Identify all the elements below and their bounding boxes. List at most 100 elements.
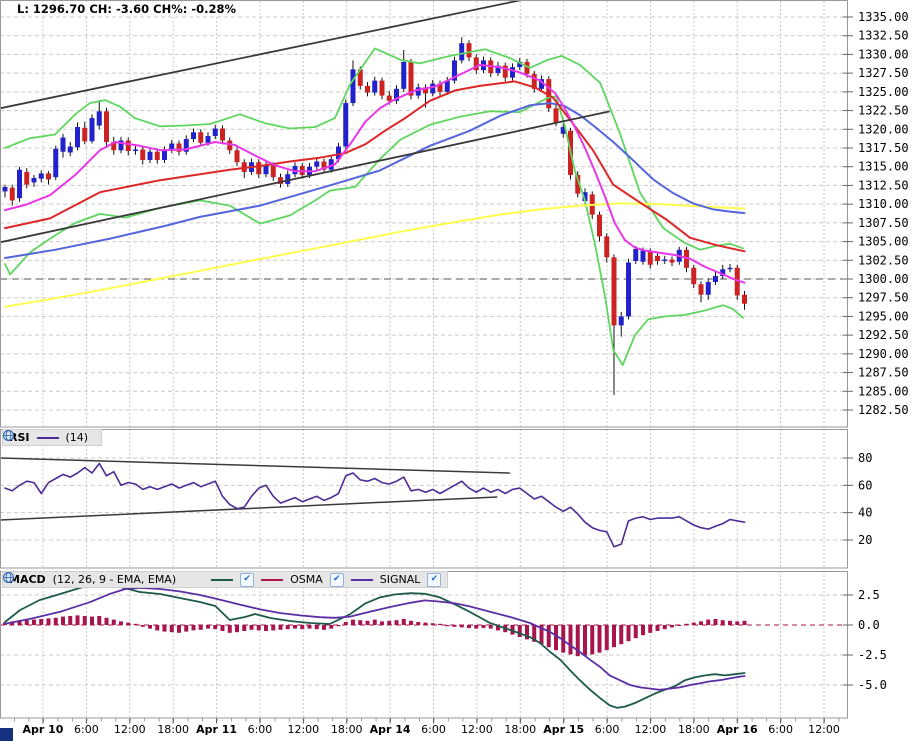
signal-checkbox[interactable]: ✔	[427, 572, 442, 587]
time-tick-label: 18:00	[504, 723, 536, 736]
candle-body	[270, 165, 276, 178]
osma-bar	[597, 625, 602, 653]
price-tick-label: 1330.00	[858, 47, 909, 61]
osma-bar	[604, 625, 609, 651]
osma-bar	[488, 625, 493, 629]
osma-bar	[662, 625, 667, 630]
osma-bar	[97, 616, 102, 625]
osma-bar	[191, 625, 196, 631]
osma-bar	[162, 625, 167, 632]
signal-line	[4, 586, 746, 691]
osma-bar	[155, 625, 160, 631]
candle-body	[205, 136, 211, 143]
candle-body	[75, 127, 80, 148]
osma-bar	[322, 625, 326, 630]
price-tick-label: 1285.00	[858, 384, 909, 398]
price-tick-label: 1312.50	[858, 178, 909, 192]
time-tick-label: Apr 15	[543, 723, 584, 736]
price-tick-label: 1325.00	[858, 85, 909, 99]
rsi-panel	[0, 457, 746, 548]
osma-bar	[111, 619, 116, 625]
macd-tick-label: 0.0	[858, 618, 880, 632]
osma-bar	[235, 625, 239, 633]
main-grid	[0, 1, 848, 427]
time-tick-label: 18:00	[157, 723, 189, 736]
time-tick-label: 6:00	[74, 723, 99, 736]
osma-bar	[365, 620, 370, 625]
time-axis[interactable]: Apr 10 6:00 12:00 18:00 Apr 11 6:00 12:00 18:00…	[14, 718, 840, 737]
candle-body	[104, 111, 109, 143]
osma-bar	[75, 615, 80, 625]
signal-label: SIGNAL	[379, 573, 421, 586]
osma-bar	[271, 625, 276, 631]
rsi-param: (14)	[65, 431, 89, 444]
candle-body	[553, 108, 559, 123]
candle-body	[669, 259, 675, 263]
candle-body	[198, 132, 204, 143]
candle-body	[343, 103, 349, 147]
osma-bar	[583, 625, 587, 656]
osma-bar	[82, 616, 87, 625]
candle-body	[220, 128, 225, 141]
osma-bar	[90, 616, 94, 625]
osma-bar	[169, 625, 174, 633]
candle-body	[234, 150, 240, 163]
candle-body	[133, 149, 138, 151]
osma-bar	[713, 619, 718, 625]
candle-body	[24, 171, 30, 185]
osma-bar	[517, 625, 522, 637]
osma-bar	[641, 625, 645, 636]
candle-body	[618, 316, 624, 326]
osma-bar	[590, 625, 595, 655]
osma-bar	[481, 625, 486, 628]
osma-bar	[626, 625, 631, 642]
osma-bar	[61, 616, 65, 625]
price-tick-label: 1282.50	[858, 403, 909, 417]
candle-body	[372, 80, 378, 93]
price-tick-label: 1332.50	[858, 29, 909, 43]
bollinger-lower-line	[4, 95, 744, 367]
last-price-readout: L: 1296.70 CH: -3.60 CH%: -0.28%	[14, 2, 239, 16]
osma-bar	[32, 619, 36, 625]
rsi-grid	[0, 429, 848, 568]
price-tick-label: 1322.50	[858, 104, 909, 118]
candle-body	[31, 177, 37, 183]
osma-bar	[264, 625, 268, 631]
time-tick-label: 6:00	[421, 723, 446, 736]
macd-title: MACD	[9, 573, 46, 586]
osma-checkbox[interactable]: ✔	[329, 572, 344, 587]
macd-param: (12, 26, 9 - EMA, EMA)	[52, 573, 177, 586]
candle-body	[459, 43, 465, 61]
price-tick-label: 1300.00	[858, 272, 909, 286]
macd-line-checkbox[interactable]: ✔	[240, 572, 255, 587]
candle-body	[140, 149, 146, 160]
price-tick-label: 1317.50	[858, 141, 909, 155]
price-tick-label: 1290.00	[858, 347, 909, 361]
osma-bar	[742, 620, 747, 625]
ema-slow-blue-line	[4, 102, 746, 259]
osma-bar	[546, 625, 551, 648]
price-tick-label: 1327.50	[858, 66, 909, 80]
time-tick-label: 6:00	[595, 723, 620, 736]
osma-bar	[293, 625, 297, 629]
osma-bar	[387, 620, 392, 625]
time-tick-label: 18:00	[331, 723, 363, 736]
osma-bar	[213, 625, 218, 630]
time-tick-label: 6:00	[248, 723, 273, 736]
osma-bar	[655, 625, 660, 631]
osma-bar	[285, 625, 290, 630]
candle-body	[727, 267, 733, 270]
candle-body	[510, 67, 515, 78]
osma-bar	[227, 625, 232, 633]
macd-panel	[0, 582, 848, 709]
main-panel-border	[0, 0, 848, 428]
osma-bar	[735, 621, 740, 625]
candle-body	[285, 174, 291, 184]
osma-bar	[177, 625, 181, 633]
osma-bar	[554, 625, 558, 651]
corner-logo	[0, 728, 13, 741]
price-axis[interactable]: 1335.00 1332.50 1330.00 1327.50 1325.00 1322.…	[843, 10, 909, 692]
price-tick-label: 1310.00	[858, 197, 909, 211]
candle-body	[626, 262, 631, 317]
candle-body	[350, 69, 356, 104]
